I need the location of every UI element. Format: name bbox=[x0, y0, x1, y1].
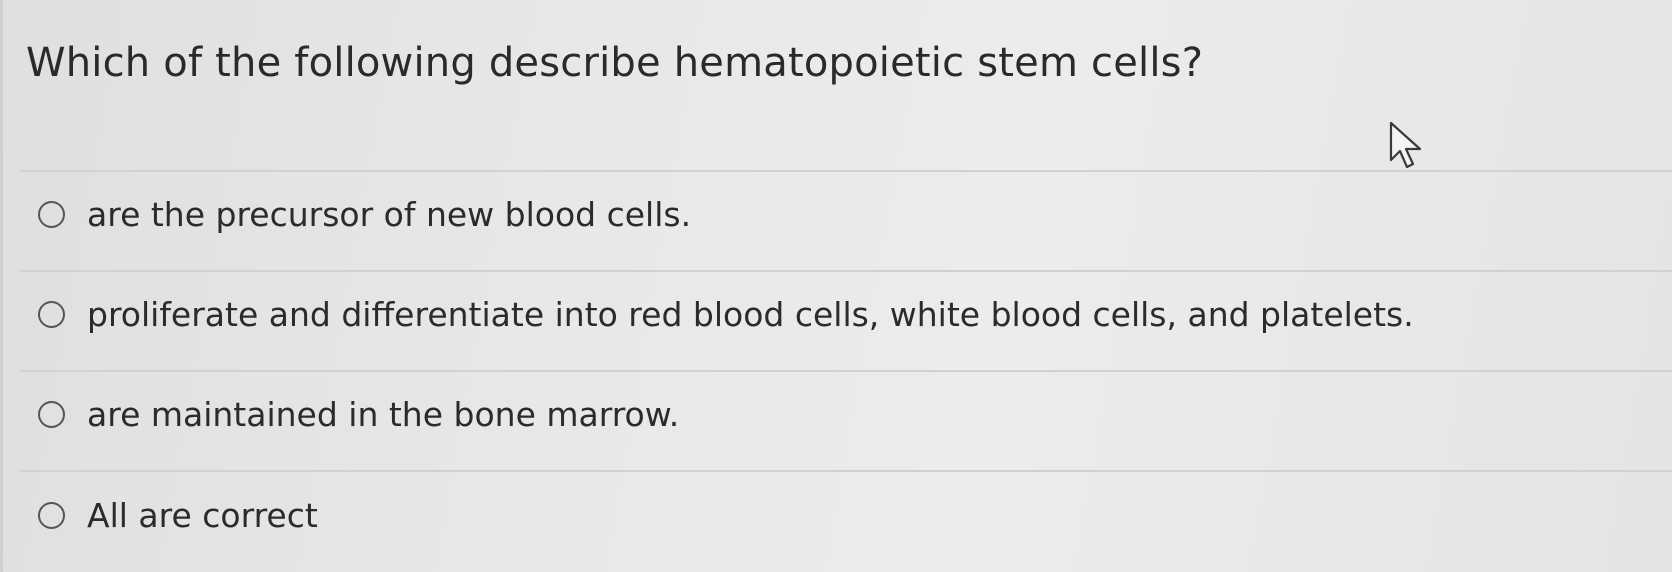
option-label: are the precursor of new blood cells. bbox=[87, 194, 692, 234]
question-text: Which of the following describe hematopo… bbox=[26, 40, 1204, 86]
option-3[interactable]: are maintained in the bone marrow. bbox=[38, 392, 679, 436]
divider bbox=[20, 270, 1672, 272]
option-4[interactable]: All are correct bbox=[38, 493, 318, 537]
option-label: are maintained in the bone marrow. bbox=[87, 394, 680, 434]
option-2[interactable]: proliferate and differentiate into red b… bbox=[38, 292, 1414, 336]
radio-button-icon[interactable] bbox=[38, 400, 65, 428]
radio-button-icon[interactable] bbox=[38, 300, 65, 328]
divider bbox=[20, 470, 1672, 472]
option-label: proliferate and differentiate into red b… bbox=[87, 294, 1414, 334]
radio-button-icon[interactable] bbox=[38, 501, 65, 529]
option-1[interactable]: are the precursor of new blood cells. bbox=[38, 192, 691, 236]
option-label: All are correct bbox=[87, 495, 318, 535]
divider bbox=[20, 370, 1672, 372]
screen-edge bbox=[0, 0, 3, 572]
pointer-arrow-icon bbox=[1389, 121, 1422, 169]
radio-button-icon[interactable] bbox=[38, 200, 65, 228]
